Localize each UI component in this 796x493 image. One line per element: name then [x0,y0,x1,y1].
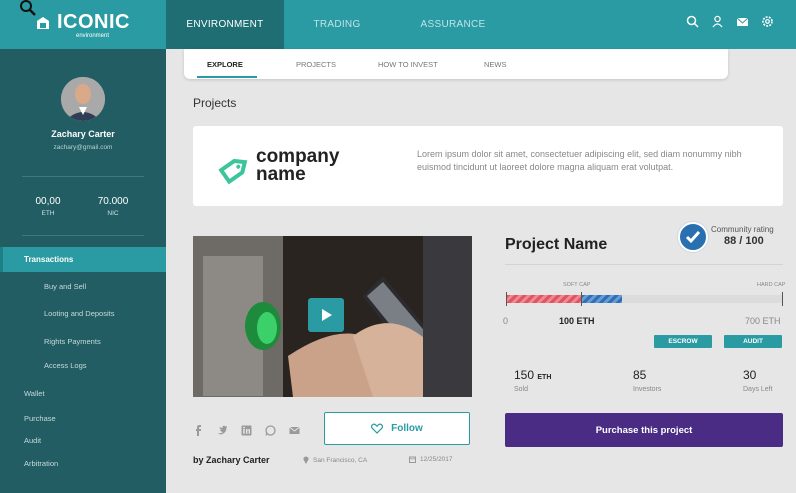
nav-environment[interactable]: ENVIRONMENT [166,0,284,49]
avatar[interactable] [61,77,105,121]
balance-nic: 70.000 NIC [90,196,136,217]
sidebar-subitem-buy-sell[interactable]: Buy and Sell [44,282,86,291]
top-nav: ENVIRONMENT TRADING ASSURANCE [166,0,516,49]
escrow-badge[interactable]: ESCROW [654,335,712,348]
tag-icon [218,158,248,185]
calendar-icon [409,456,416,463]
stat-days-left-label: Days Left [743,386,773,393]
divider [22,235,144,236]
stat-days-left: 30 Days Left [743,368,773,393]
sidebar-subitem-looting-deposits[interactable]: Looting and Deposits [44,309,114,318]
company-card: company name Lorem ipsum dolor sit amet,… [193,126,783,206]
sidebar-item-transactions[interactable]: Transactions [0,247,166,272]
stat-investors-value: 85 [633,368,647,382]
hard-cap-label: HARD CAP [757,282,786,288]
project-video[interactable] [193,236,472,397]
tab-explore[interactable]: EXPLORE [207,60,243,69]
active-tab-indicator [197,76,257,78]
tab-news[interactable]: NEWS [484,60,507,69]
progress-soft-value: 100 ETH [559,316,595,326]
balance-nic-value: 70.000 [97,196,129,207]
stat-investors: 85 Investors [633,368,661,393]
page-title: Projects [193,96,237,110]
project-name: Project Name [505,236,608,253]
company-description: Lorem ipsum dolor sit amet, consectetuer… [417,149,742,172]
email-icon[interactable] [289,423,300,434]
progress-hard-value: 700 ETH [745,316,781,326]
twitter-icon[interactable] [217,423,228,435]
follow-button[interactable]: Follow [324,412,470,445]
company-name-line2: name [256,164,306,185]
play-button[interactable] [308,298,344,332]
community-rating-label: Community rating [711,225,774,234]
purchase-button[interactable]: Purchase this project [505,413,783,447]
user-email: zachary@gmail.com [53,144,113,151]
progress-tick-soft [581,292,582,306]
balance-nic-unit: NIC [107,210,119,217]
author: by Zachary Carter [193,455,270,465]
progress-min-label: 0 [503,316,509,326]
stat-sold-unit: ETH [537,374,552,381]
balance-eth-unit: ETH [41,210,55,217]
audit-badge[interactable]: AUDIT [724,335,782,348]
stat-investors-label: Investors [633,386,662,393]
funding-progress-extra [581,295,622,303]
mail-icon[interactable] [736,15,749,28]
sidebar-subitem-access-logs[interactable]: Access Logs [44,361,87,370]
sidebar: Zachary Carter zachary@gmail.com 00,00 E… [0,49,166,493]
play-icon [322,309,332,321]
stat-sold-label: Sold [514,386,529,393]
sidebar-item-arbitration[interactable]: Arbitration [24,459,58,468]
facebook-icon[interactable] [193,423,204,436]
linkedin-icon[interactable] [241,423,252,436]
sidebar-item-audit[interactable]: Audit [24,436,41,445]
progress-tick-min [506,292,507,306]
balance-eth-value: 00,00 [35,196,61,207]
user-icon[interactable] [711,15,724,28]
divider [22,176,144,177]
community-rating-value: 88 / 100 [724,235,764,247]
top-icons [686,15,774,28]
social-share [193,423,300,436]
zoom-cursor-icon [20,0,36,16]
nav-assurance[interactable]: ASSURANCE [390,0,516,49]
heart-icon [371,423,384,434]
user-name: Zachary Carter [51,129,115,139]
brand-name: ICONIC [57,11,130,33]
settings-icon[interactable] [761,15,774,28]
company-name: company name [256,147,339,185]
tab-how-to-invest[interactable]: HOW TO INVEST [378,60,438,69]
brand-subtitle: environment [76,33,110,39]
sidebar-subitem-rights-payments[interactable]: Rights Payments [44,337,101,346]
verified-badge-icon [678,222,708,252]
funding-progress-soft [506,295,581,303]
location-text: San Francisco, CA [313,456,368,464]
tab-projects[interactable]: PROJECTS [296,60,336,69]
balance-eth: 00,00 ETH [26,196,70,217]
date-text: 12/25/2017 [420,456,453,463]
stat-sold: 150 ETH Sold [514,368,551,393]
sidebar-item-label: Transactions [24,255,74,264]
tab-bar: EXPLORE PROJECTS HOW TO INVEST NEWS [184,49,728,79]
sidebar-item-purchase[interactable]: Purchase [24,414,56,423]
divider [505,264,783,265]
progress-tick-hard [782,292,783,306]
location-pin-icon [303,456,309,464]
follow-label: Follow [391,423,423,434]
location: San Francisco, CA [303,456,367,464]
sidebar-item-wallet[interactable]: Wallet [24,389,45,398]
whatsapp-icon[interactable] [265,423,276,436]
search-icon[interactable] [686,15,699,28]
nav-trading[interactable]: TRADING [284,0,390,49]
stat-sold-value: 150 [514,368,535,382]
soft-cap-label: SOFT CAP [563,282,591,288]
date: 12/25/2017 [409,456,453,463]
stat-days-left-value: 30 [743,368,757,382]
